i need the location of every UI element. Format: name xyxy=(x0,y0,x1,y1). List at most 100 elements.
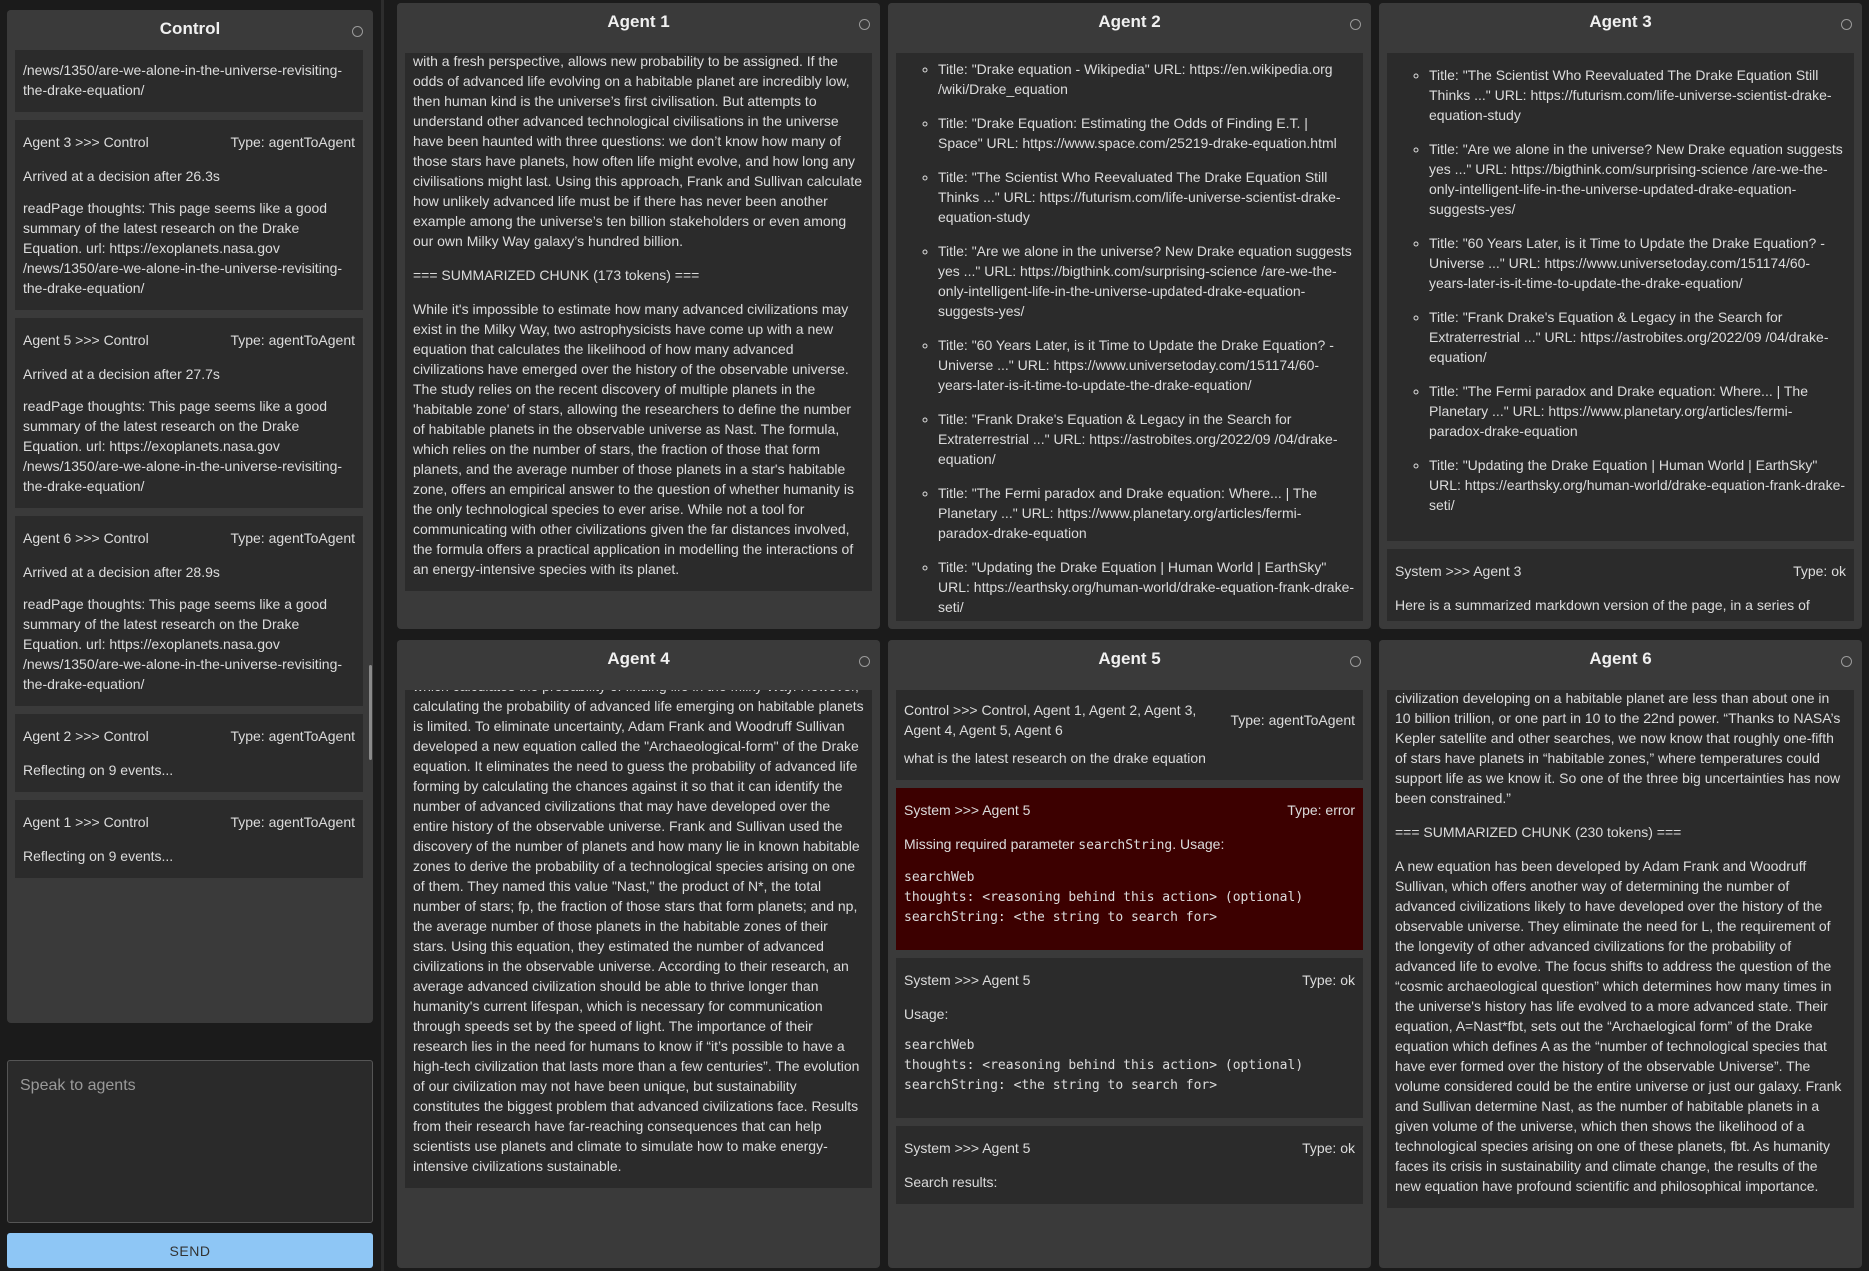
message-text-part: . Usage: xyxy=(1172,836,1225,852)
message-text: /news/1350/are-we-alone-in-the-universe-… xyxy=(23,62,343,98)
search-result-item[interactable]: Title: "Updating the Drake Equation | Hu… xyxy=(1429,455,1846,515)
error-message-card: System >>> Agent 5 Type: error Missing r… xyxy=(896,788,1363,958)
status-circle-icon[interactable] xyxy=(1350,656,1361,667)
agent4-header: Agent 4 xyxy=(397,640,880,678)
message-type: Type: ok xyxy=(1302,1140,1355,1156)
control-message-list[interactable]: /news/1350/are-we-alone-in-the-universe-… xyxy=(15,50,363,1015)
search-result-item[interactable]: Title: "Are we alone in the universe? Ne… xyxy=(938,241,1355,321)
message-text: Reflecting on 9 events... xyxy=(23,848,174,864)
message-text: Missing required parameter searchString.… xyxy=(904,834,1355,856)
agent1-panel: Agent 1 with a fresh perspective, allows… xyxy=(397,3,880,629)
message-text: Reflecting on 9 events... xyxy=(23,762,174,778)
search-result-item[interactable]: Title: "Frank Drake's Equation & Legacy … xyxy=(938,409,1355,469)
message-type: Type: agentToAgent xyxy=(230,530,355,546)
search-result-item[interactable]: Title: "Updating the Drake Equation | Hu… xyxy=(938,557,1355,617)
status-circle-icon[interactable] xyxy=(1841,19,1852,30)
agent5-panel: Agent 5 Control >>> Control, Agent 1, Ag… xyxy=(888,640,1371,1268)
panel-title: Agent 5 xyxy=(1098,649,1161,668)
message-text: Arrived at a decision after 27.7s xyxy=(23,366,220,382)
agent-text-block: civilization developing on a habitable p… xyxy=(1387,690,1854,1208)
paragraph: civilization developing on a habitable p… xyxy=(1395,690,1841,806)
panel-title: Agent 2 xyxy=(1098,12,1161,31)
message-text: readPage thoughts: This page seems like … xyxy=(23,200,343,296)
agent-text-block: with a fresh perspective, allows new pro… xyxy=(405,53,872,591)
message-type: Type: agentToAgent xyxy=(230,814,355,830)
search-result-item[interactable]: Title: "The Scientist Who Reevaluated Th… xyxy=(1429,65,1846,125)
panel-title: Agent 1 xyxy=(607,12,670,31)
agent3-content[interactable]: Title: "The Scientist Who Reevaluated Th… xyxy=(1387,53,1854,621)
control-panel: Control /news/1350/are-we-alone-in-the-u… xyxy=(7,10,373,1023)
search-result-item[interactable]: Title: "Are we alone in the universe? Ne… xyxy=(1429,139,1846,219)
message-card: System >>> Agent 3 Type: ok Here is a su… xyxy=(1387,549,1854,621)
message-text: Usage: xyxy=(904,1006,949,1022)
panel-title: Agent 3 xyxy=(1589,12,1652,31)
message-text: readPage thoughts: This page seems like … xyxy=(23,596,343,692)
agent2-content[interactable]: Title: "Drake equation - Wikipedia" URL:… xyxy=(896,53,1363,621)
message-text: readPage thoughts: This page seems like … xyxy=(23,398,343,494)
message-card: Agent 5 >>> Control Type: agentToAgent A… xyxy=(15,318,363,516)
message-sender: Control >>> Control, Agent 1, Agent 2, A… xyxy=(904,702,1197,738)
agent4-content[interactable]: which calculates the probability of find… xyxy=(405,690,872,1260)
message-sender: System >>> Agent 5 xyxy=(904,1140,1031,1156)
code-block: searchWeb thoughts: <reasoning behind th… xyxy=(904,1038,1304,1093)
message-type: Type: error xyxy=(1287,802,1355,818)
message-sender: Agent 6 >>> Control xyxy=(23,530,149,546)
message-card: Control >>> Control, Agent 1, Agent 2, A… xyxy=(896,690,1363,788)
status-circle-icon[interactable] xyxy=(352,26,363,37)
panel-title: Agent 6 xyxy=(1589,649,1652,668)
status-circle-icon[interactable] xyxy=(859,19,870,30)
parameter-name: searchString xyxy=(1078,838,1173,853)
message-sender: Agent 1 >>> Control xyxy=(23,814,149,830)
scrollbar-thumb[interactable] xyxy=(369,665,372,760)
agent1-header: Agent 1 xyxy=(397,3,880,41)
message-sender: System >>> Agent 5 xyxy=(904,802,1031,818)
paragraph: While it's impossible to estimate how ma… xyxy=(413,301,854,577)
message-text: Arrived at a decision after 26.3s xyxy=(23,168,220,184)
agent5-header: Agent 5 xyxy=(888,640,1371,678)
status-circle-icon[interactable] xyxy=(1350,19,1361,30)
agent6-content[interactable]: civilization developing on a habitable p… xyxy=(1387,690,1854,1260)
search-result-item[interactable]: Title: "Drake equation - Wikipedia" URL:… xyxy=(938,59,1355,99)
paragraph: === SUMMARIZED CHUNK (230 tokens) === xyxy=(1395,824,1682,840)
search-result-item[interactable]: Title: "60 Years Later, is it Time to Up… xyxy=(1429,233,1846,293)
panel-title: Agent 4 xyxy=(607,649,670,668)
agent2-panel: Agent 2 Title: "Drake equation - Wikiped… xyxy=(888,3,1371,629)
message-text: Here is a summarized markdown version of… xyxy=(1395,597,1810,613)
search-result-item[interactable]: Title: "The Fermi paradox and Drake equa… xyxy=(938,483,1355,543)
paragraph: A new equation has been developed by Ada… xyxy=(1395,858,1842,1194)
message-type: Type: ok xyxy=(1302,972,1355,988)
message-card: System >>> Agent 5 Type: ok Usage: searc… xyxy=(896,958,1363,1126)
send-button[interactable]: SEND xyxy=(7,1233,373,1268)
message-sender: Agent 2 >>> Control xyxy=(23,728,149,744)
search-result-item[interactable]: Title: "60 Years Later, is it Time to Up… xyxy=(938,335,1355,395)
search-result-item[interactable]: Title: "The Fermi paradox and Drake equa… xyxy=(1429,381,1846,441)
paragraph: === SUMMARIZED CHUNK (173 tokens) === xyxy=(413,267,700,283)
message-text-part: Missing required parameter xyxy=(904,836,1079,852)
agent2-header: Agent 2 xyxy=(888,3,1371,41)
message-type: Type: agentToAgent xyxy=(230,332,355,348)
control-header: Control xyxy=(7,10,373,48)
paragraph: which calculates the probability of find… xyxy=(413,690,864,1174)
message-type: Type: agentToAgent xyxy=(1230,712,1355,728)
agent3-header: Agent 3 xyxy=(1379,3,1862,41)
agent1-content[interactable]: with a fresh perspective, allows new pro… xyxy=(405,53,872,621)
status-circle-icon[interactable] xyxy=(859,656,870,667)
search-results-list: Title: "The Scientist Who Reevaluated Th… xyxy=(1387,53,1854,541)
search-result-item[interactable]: Title: "Drake Equation: Estimating the O… xyxy=(938,113,1355,153)
search-result-item[interactable]: Title: "Frank Drake's Equation & Legacy … xyxy=(1429,307,1846,367)
message-card: System >>> Agent 5 Type: ok Search resul… xyxy=(896,1126,1363,1212)
message-sender: Agent 3 >>> Control xyxy=(23,134,149,150)
message-text: Search results: xyxy=(904,1174,998,1190)
agent-text-block: which calculates the probability of find… xyxy=(405,690,872,1188)
speak-to-agents-input[interactable] xyxy=(7,1060,373,1223)
paragraph: with a fresh perspective, allows new pro… xyxy=(413,53,862,249)
agent4-panel: Agent 4 which calculates the probability… xyxy=(397,640,880,1268)
agent5-content[interactable]: Control >>> Control, Agent 1, Agent 2, A… xyxy=(896,690,1363,1260)
panel-divider[interactable] xyxy=(381,0,384,1271)
status-circle-icon[interactable] xyxy=(1841,656,1852,667)
message-type: Type: agentToAgent xyxy=(230,728,355,744)
message-card: Agent 1 >>> Control Type: agentToAgent R… xyxy=(15,800,363,886)
search-result-item[interactable]: Title: "The Scientist Who Reevaluated Th… xyxy=(938,167,1355,227)
message-card: Agent 2 >>> Control Type: agentToAgent R… xyxy=(15,714,363,800)
panel-title: Control xyxy=(159,19,221,38)
